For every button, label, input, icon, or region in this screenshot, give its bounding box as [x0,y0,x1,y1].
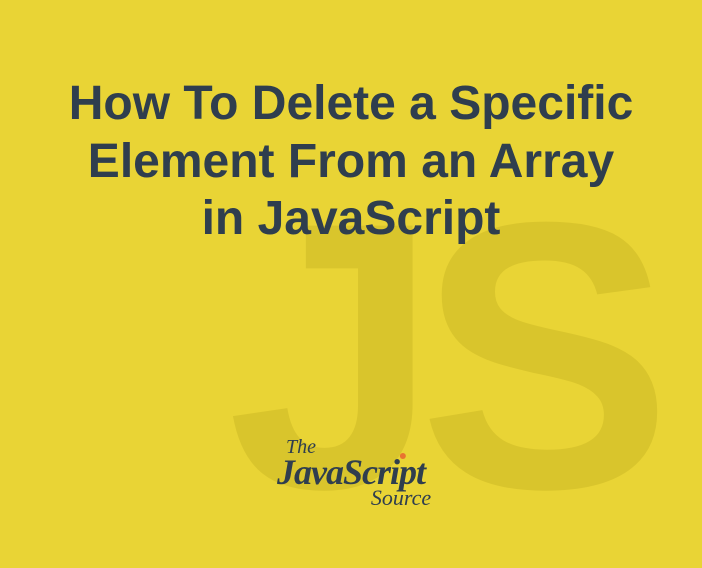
logo-script-text: Script [343,451,425,493]
site-logo: The Java Script Source [271,436,431,511]
article-title: How To Delete a Specific Element From an… [0,75,702,248]
logo-main-row: Java Script [271,451,431,493]
logo-java-text: Java [277,451,343,493]
logo-script-inner: Script [343,452,425,492]
